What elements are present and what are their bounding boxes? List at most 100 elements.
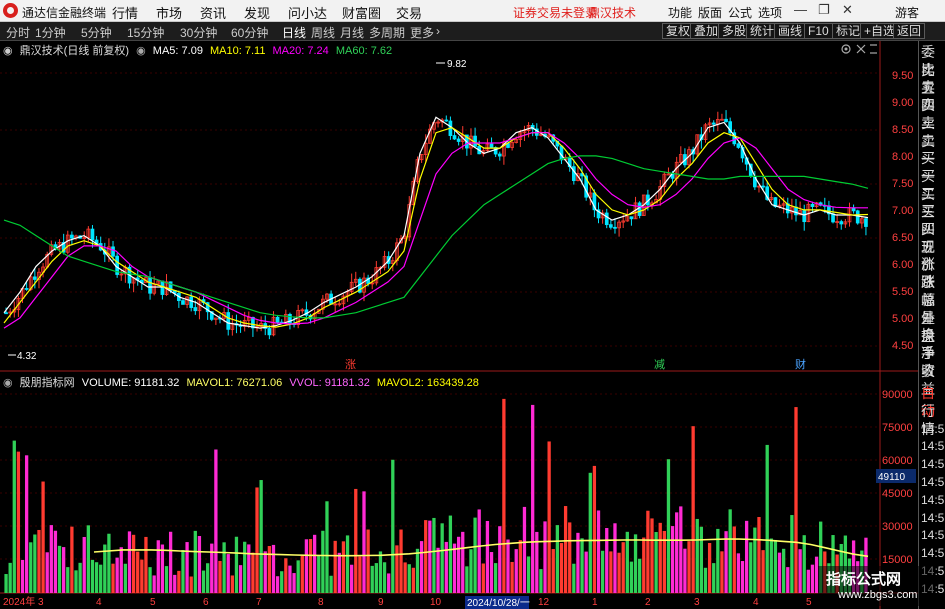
volume-bar (66, 567, 70, 593)
price-tick: 7.00 (892, 205, 913, 217)
volume-bar (86, 525, 90, 593)
volume-bar (777, 552, 782, 593)
volume-bar (358, 556, 362, 593)
volume-bar (387, 573, 391, 593)
volume-bar (201, 570, 206, 593)
tick-time[interactable]: 14:56 (921, 526, 945, 544)
period-1min[interactable]: 1分钟 (35, 24, 66, 41)
menu-wealth-circle[interactable]: 财富圈 (342, 3, 381, 22)
more-chevron-icon[interactable]: › (436, 24, 440, 38)
volume-bar (790, 515, 794, 593)
period-30min[interactable]: 30分钟 (180, 24, 217, 41)
volume-bar (247, 544, 251, 593)
menu-bar: 通达信金融终端 行情 市场 资讯 发现 问小达 财富圈 交易 证券交易未登录 鼎… (0, 0, 945, 22)
close-icon[interactable]: ✕ (842, 2, 853, 18)
candle-body (226, 312, 231, 330)
menu-news[interactable]: 资讯 (200, 3, 226, 22)
tick-time[interactable]: 14:56 (921, 455, 945, 473)
volume-bar (749, 542, 753, 593)
login-notice[interactable]: 证券交易未登录 (513, 4, 597, 21)
volume-bar (82, 536, 86, 593)
x-label: 5 (806, 597, 812, 608)
volume-bar (572, 563, 576, 593)
tick-time[interactable]: 14:56 (921, 544, 945, 562)
period-daily[interactable]: 日线 (282, 24, 306, 41)
period-monthly[interactable]: 月线 (340, 24, 364, 41)
settings-gear-icon[interactable] (841, 44, 851, 54)
volume-bar (164, 566, 169, 593)
menu-options[interactable]: 选项 (758, 4, 782, 21)
volume-bar (403, 562, 407, 593)
volume-bar (24, 455, 29, 593)
x-label: 7 (256, 597, 262, 608)
tick-time[interactable]: 14:56 (921, 509, 945, 527)
menu-quotes[interactable]: 行情 (112, 3, 138, 22)
candle-body (666, 173, 671, 176)
volume-bar (761, 550, 765, 593)
volume-bar (300, 555, 304, 593)
candle-body (839, 221, 844, 225)
volume-bar (588, 472, 592, 593)
volume-bar (312, 534, 317, 593)
volume-bar (226, 554, 230, 593)
tick-time[interactable]: 14:56 (921, 437, 945, 455)
volume-bar (292, 573, 296, 593)
menu-functions[interactable]: 功能 (668, 4, 692, 21)
volume-bar (559, 543, 564, 593)
volume-bar (769, 538, 773, 593)
svg-text:9.82: 9.82 (447, 59, 467, 70)
volume-bar (436, 547, 440, 593)
menu-market[interactable]: 市场 (156, 3, 182, 22)
legend-ma10: MA10: 7.11 (210, 45, 266, 57)
pane-expand-icon[interactable] (870, 44, 877, 54)
x-label: 1 (592, 597, 598, 608)
x-label: 9 (378, 597, 384, 608)
volume-bar (131, 534, 136, 593)
menu-trade[interactable]: 交易 (396, 3, 422, 22)
candle-body (736, 143, 741, 148)
formula-menu-icon[interactable]: ◉ (136, 45, 146, 57)
pane-close-icon[interactable] (856, 44, 866, 54)
volume-bar (53, 530, 58, 593)
volume-bar (115, 557, 119, 593)
period-multi[interactable]: 多周期 (369, 24, 405, 41)
volume-bar (707, 542, 712, 593)
volume-bar (321, 530, 325, 593)
menu-discover[interactable]: 发现 (244, 3, 270, 22)
price-pane-icon[interactable]: ◉ (3, 45, 13, 57)
back-button[interactable]: 返回 (893, 23, 926, 39)
candle-body (111, 246, 115, 257)
volume-bar (296, 560, 300, 593)
tick-time[interactable]: 14:56 (921, 473, 945, 491)
period-5min[interactable]: 5分钟 (81, 24, 112, 41)
volume-bar (806, 569, 810, 593)
candle-body (609, 224, 613, 228)
volume-bar (16, 451, 21, 593)
period-intraday[interactable]: 分时 (6, 24, 30, 41)
price-legend: ◉ 鼎汉技术(日线 前复权) ◉ MA5: 7.09 MA10: 7.11 MA… (3, 42, 396, 58)
draw-line-button[interactable]: 画线 (774, 23, 807, 39)
period-15min[interactable]: 15分钟 (127, 24, 164, 41)
chart-area[interactable]: 9.82 4.32 涨 减 财 9.50 9.00 8.50 8.00 7.50… (0, 41, 918, 609)
volume-pane-icon[interactable]: ◉ (3, 377, 13, 389)
volume-bar (469, 549, 473, 593)
marker-rise[interactable]: 涨 (345, 358, 356, 371)
menu-ask-xiaoda[interactable]: 问小达 (288, 3, 327, 22)
volume-bar (243, 541, 247, 593)
period-more[interactable]: 更多 (410, 24, 434, 41)
volume-bar (144, 536, 148, 593)
menu-formula[interactable]: 公式 (728, 4, 752, 21)
menu-layout[interactable]: 版面 (698, 4, 722, 21)
candle-body (855, 210, 860, 224)
guest-label[interactable]: 游客 (895, 4, 919, 21)
volume-bar (222, 542, 226, 593)
period-60min[interactable]: 60分钟 (231, 24, 268, 41)
marker-reduce[interactable]: 减 (654, 358, 665, 371)
tick-time[interactable]: 14:56 (921, 420, 945, 438)
period-weekly[interactable]: 周线 (311, 24, 335, 41)
marker-finance[interactable]: 财 (795, 357, 806, 371)
restore-icon[interactable]: ❐ (818, 2, 830, 18)
f10-button[interactable]: F10 (804, 23, 833, 39)
tick-time[interactable]: 14:56 (921, 491, 945, 509)
minimize-icon[interactable]: — (794, 2, 807, 17)
